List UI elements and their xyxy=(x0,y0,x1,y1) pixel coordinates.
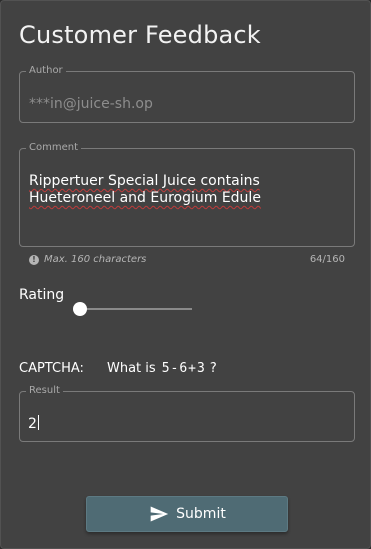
captcha-expression: 5-6+3 xyxy=(161,361,206,376)
comment-field[interactable]: Comment Rippertuer Special Juice contain… xyxy=(19,143,355,247)
result-label: Result xyxy=(29,385,60,396)
author-field: Author ***in@juice-sh.op xyxy=(19,66,355,123)
comment-hint: Max. 160 characters xyxy=(44,254,147,265)
rating-label: Rating xyxy=(19,287,65,303)
page-title: Customer Feedback xyxy=(19,21,261,49)
rating-slider[interactable] xyxy=(73,301,192,317)
character-counter: 64/160 xyxy=(309,254,345,265)
result-field[interactable]: Result 2 xyxy=(19,386,355,442)
rating-slider-thumb[interactable] xyxy=(73,302,87,316)
captcha: CAPTCHA: What is 5-6+3? xyxy=(19,361,217,376)
comment-label: Comment xyxy=(29,142,78,153)
rating-slider-track xyxy=(80,308,192,310)
info-icon: ! xyxy=(29,255,39,265)
result-input[interactable]: 2 xyxy=(28,415,39,432)
submit-label: Submit xyxy=(176,506,226,522)
captcha-label: CAPTCHA: xyxy=(19,361,84,376)
text-caret xyxy=(37,415,39,430)
feedback-card: Customer Feedback Author ***in@juice-sh.… xyxy=(0,0,371,549)
author-value: ***in@juice-sh.op xyxy=(29,96,153,112)
comment-hint-row: ! Max. 160 characters 64/160 xyxy=(29,254,345,268)
submit-button[interactable]: Submit xyxy=(86,496,288,532)
comment-input[interactable]: Rippertuer Special Juice contains Hueter… xyxy=(29,173,329,207)
result-value: 2 xyxy=(28,416,37,432)
captcha-question: What is 5-6+3? xyxy=(107,361,217,376)
captcha-question-suffix: ? xyxy=(209,361,217,376)
captcha-question-prefix: What is xyxy=(107,361,156,376)
send-icon xyxy=(150,506,169,522)
author-label: Author xyxy=(29,65,63,76)
